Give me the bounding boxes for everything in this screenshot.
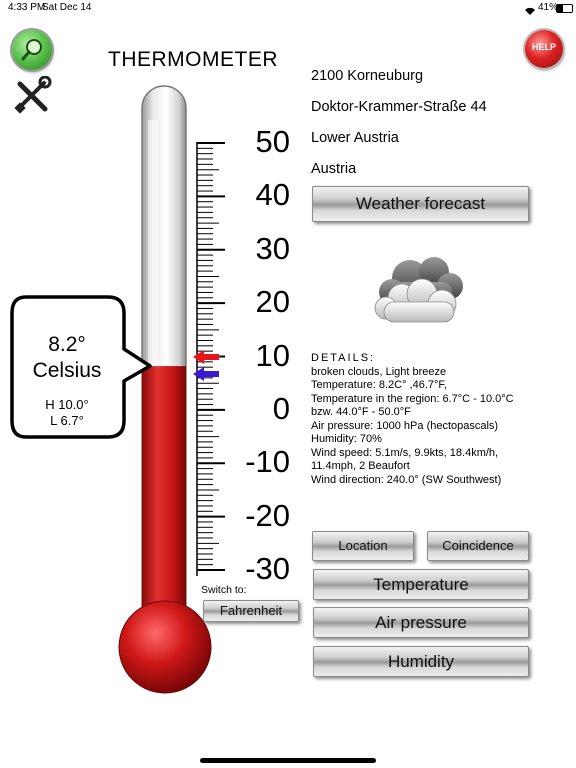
temperature-button[interactable]: Temperature <box>313 569 529 600</box>
settings-button[interactable] <box>12 75 52 116</box>
temperature-unit: Celsius <box>32 359 102 382</box>
details-line: broken clouds, Light breeze <box>311 365 447 378</box>
location-button[interactable]: Location <box>312 531 414 561</box>
wifi-icon <box>524 3 536 21</box>
low-temperature: L 6.7° <box>50 413 84 428</box>
magnifier-icon <box>21 39 42 61</box>
coincidence-button[interactable]: Coincidence <box>427 531 529 561</box>
scale-label: 20 <box>255 284 290 320</box>
help-button[interactable]: HELP <box>525 30 563 68</box>
fahrenheit-button[interactable]: Fahrenheit <box>203 600 299 622</box>
details-line: Humidity: 70% <box>311 433 382 445</box>
scale-label: 10 <box>255 337 290 373</box>
details-header: DETAILS: <box>311 352 376 364</box>
weather-details: DETAILS: broken clouds, Light breeze Tem… <box>311 352 573 487</box>
details-line: Air pressure: 1000 hPa (hectopascals) <box>311 419 499 432</box>
help-icon: HELP <box>531 42 556 52</box>
weather-forecast-button[interactable]: Weather forecast <box>312 186 529 222</box>
scale-label: -30 <box>245 551 290 586</box>
home-indicator <box>200 758 376 763</box>
air-pressure-button[interactable]: Air pressure <box>313 607 529 638</box>
status-time: 4:33 PM <box>8 2 46 13</box>
scale-label: 0 <box>272 390 290 426</box>
status-date: Sat Dec 14 <box>42 2 92 13</box>
location-street: Doktor-Krammer-Straße 44 <box>311 99 487 115</box>
battery-icon <box>556 4 573 13</box>
location-postal-city: 2100 Korneuburg <box>311 68 424 84</box>
location-country: Austria <box>311 161 357 177</box>
humidity-button[interactable]: Humidity <box>313 646 529 677</box>
details-line: Wind direction: 240.0° (SW Southwest) <box>311 473 502 486</box>
switch-to-label: Switch to: <box>201 584 247 596</box>
details-line: Temperature in the region: 6.7°C - 10.0°… <box>311 392 514 405</box>
search-button[interactable] <box>12 30 52 70</box>
page-title: THERMOMETER <box>108 48 278 71</box>
scale-label: 30 <box>255 230 290 266</box>
details-line: Temperature: 8.2C° ,46.7°F, <box>311 379 447 391</box>
wrench-screwdriver-icon <box>14 75 52 114</box>
details-line: Wind speed: 5.1m/s, 9.9kts, 18.4km/h, <box>311 446 499 459</box>
scale-label: 50 <box>255 124 290 159</box>
scale-label: -10 <box>245 444 290 480</box>
current-temperature: 8.2° <box>48 333 86 356</box>
details-line: bzw. 44.0°F - 50.0°F <box>311 406 411 418</box>
battery-percent: 41% <box>538 2 559 13</box>
scale-label: -20 <box>245 497 290 533</box>
low-temp-arrow <box>193 367 219 382</box>
cloud-icon <box>372 252 468 333</box>
location-region: Lower Austria <box>311 130 399 146</box>
thermometer-bulb <box>118 600 212 694</box>
high-temperature: H 10.0° <box>45 397 89 412</box>
scale-label: 40 <box>255 177 290 213</box>
details-line: 11.4mph, 2 Beaufort <box>311 460 410 472</box>
high-temp-arrow <box>193 349 219 364</box>
